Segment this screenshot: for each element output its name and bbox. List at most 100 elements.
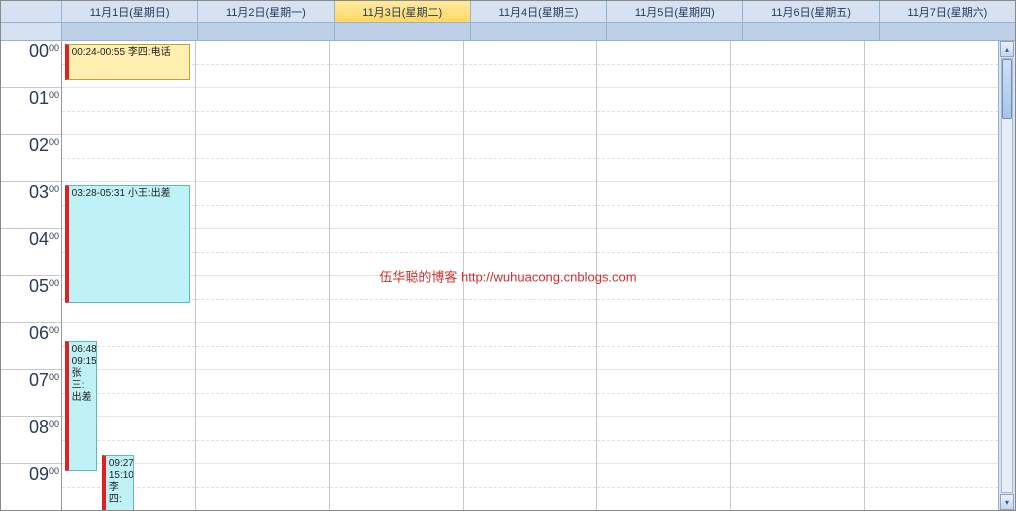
calendar-event[interactable]: 03:28-05:31 小王:出差 [65, 185, 190, 303]
time-slot: 0700 [1, 370, 61, 417]
day-column[interactable] [597, 41, 731, 510]
hour-cell[interactable] [731, 135, 864, 182]
hour-cell[interactable] [597, 276, 730, 323]
time-slot: 0400 [1, 229, 61, 276]
hour-cell[interactable] [597, 182, 730, 229]
hour-cell[interactable] [464, 229, 597, 276]
hour-cell[interactable] [196, 41, 329, 88]
day-header[interactable]: 11月1日(星期日) [62, 1, 198, 22]
hour-cell[interactable] [731, 41, 864, 88]
hour-cell[interactable] [330, 182, 463, 229]
hour-cell[interactable] [330, 417, 463, 464]
day-header[interactable]: 11月6日(星期五) [743, 1, 879, 22]
time-label: 0000 [29, 41, 59, 62]
day-header[interactable]: 11月5日(星期四) [607, 1, 743, 22]
hour-cell[interactable] [464, 182, 597, 229]
hour-cell[interactable] [865, 370, 998, 417]
hour-cell[interactable] [330, 135, 463, 182]
time-slot: 0300 [1, 182, 61, 229]
hour-cell[interactable] [196, 417, 329, 464]
vertical-scrollbar[interactable]: ▴ ▾ [998, 41, 1015, 510]
day-column[interactable] [196, 41, 330, 510]
time-label: 0900 [29, 464, 59, 485]
hour-cell[interactable] [731, 229, 864, 276]
hour-cell[interactable] [865, 276, 998, 323]
hour-cell[interactable] [865, 88, 998, 135]
day-column[interactable] [330, 41, 464, 510]
hour-cell[interactable] [196, 464, 329, 510]
day-header[interactable]: 11月7日(星期六) [880, 1, 1015, 22]
hour-cell[interactable] [330, 276, 463, 323]
hour-cell[interactable] [464, 276, 597, 323]
hour-cell[interactable] [196, 276, 329, 323]
day-column[interactable] [464, 41, 598, 510]
hour-cell[interactable] [464, 370, 597, 417]
hour-cell[interactable] [330, 41, 463, 88]
hour-cell[interactable] [62, 135, 195, 182]
hour-cell[interactable] [865, 323, 998, 370]
hour-cell[interactable] [865, 464, 998, 510]
hour-cell[interactable] [731, 276, 864, 323]
hour-cell[interactable] [597, 464, 730, 510]
hour-cell[interactable] [196, 182, 329, 229]
hour-cell[interactable] [330, 323, 463, 370]
hour-cell[interactable] [464, 323, 597, 370]
hour-cell[interactable] [597, 417, 730, 464]
day-header[interactable]: 11月3日(星期二) [335, 1, 471, 22]
hour-cell[interactable] [330, 370, 463, 417]
day-header[interactable]: 11月2日(星期一) [198, 1, 334, 22]
day-column[interactable] [865, 41, 998, 510]
day-column[interactable]: 00:24-00:55 李四:电话 03:28-05:31 小王:出差 06:48-… [62, 41, 196, 510]
day-column[interactable] [731, 41, 865, 510]
hour-cell[interactable] [464, 41, 597, 88]
hour-cell[interactable] [196, 229, 329, 276]
hour-cell[interactable] [731, 88, 864, 135]
hour-cell[interactable] [865, 229, 998, 276]
hour-cell[interactable] [330, 464, 463, 510]
calendar-grid: 00:24-00:55 李四:电话 03:28-05:31 小王:出差 06:48-… [62, 41, 998, 510]
time-label: 0800 [29, 417, 59, 438]
allday-cell[interactable] [471, 23, 607, 40]
allday-cell[interactable] [198, 23, 334, 40]
hour-cell[interactable] [731, 323, 864, 370]
calendar-event[interactable]: 06:48-09:15 张三:出差 [65, 341, 97, 471]
hour-cell[interactable] [597, 135, 730, 182]
scroll-up-button[interactable]: ▴ [1000, 41, 1014, 57]
calendar-event[interactable]: 09:27-15:10 李四: [102, 455, 134, 510]
calendar-event[interactable]: 00:24-00:55 李四:电话 [65, 44, 190, 80]
scroll-track[interactable] [1001, 58, 1013, 493]
hour-cell[interactable] [196, 88, 329, 135]
time-label: 0300 [29, 182, 59, 203]
hour-cell[interactable] [865, 41, 998, 88]
hour-cell[interactable] [597, 323, 730, 370]
hour-cell[interactable] [731, 417, 864, 464]
allday-cell[interactable] [62, 23, 198, 40]
hour-cell[interactable] [865, 135, 998, 182]
hour-cell[interactable] [731, 370, 864, 417]
hour-cell[interactable] [464, 464, 597, 510]
hour-cell[interactable] [597, 41, 730, 88]
hour-cell[interactable] [464, 88, 597, 135]
hour-cell[interactable] [865, 417, 998, 464]
hour-cell[interactable] [196, 135, 329, 182]
hour-cell[interactable] [62, 88, 195, 135]
allday-cell[interactable] [607, 23, 743, 40]
hour-cell[interactable] [464, 417, 597, 464]
hour-cell[interactable] [330, 229, 463, 276]
scroll-down-button[interactable]: ▾ [1000, 494, 1014, 510]
hour-cell[interactable] [330, 88, 463, 135]
hour-cell[interactable] [597, 229, 730, 276]
hour-cell[interactable] [865, 182, 998, 229]
hour-cell[interactable] [731, 182, 864, 229]
hour-cell[interactable] [597, 88, 730, 135]
day-header[interactable]: 11月4日(星期三) [471, 1, 607, 22]
hour-cell[interactable] [464, 135, 597, 182]
allday-cell[interactable] [335, 23, 471, 40]
hour-cell[interactable] [597, 370, 730, 417]
hour-cell[interactable] [731, 464, 864, 510]
hour-cell[interactable] [196, 370, 329, 417]
scroll-thumb[interactable] [1002, 59, 1012, 119]
allday-cell[interactable] [880, 23, 1015, 40]
allday-cell[interactable] [743, 23, 879, 40]
hour-cell[interactable] [196, 323, 329, 370]
